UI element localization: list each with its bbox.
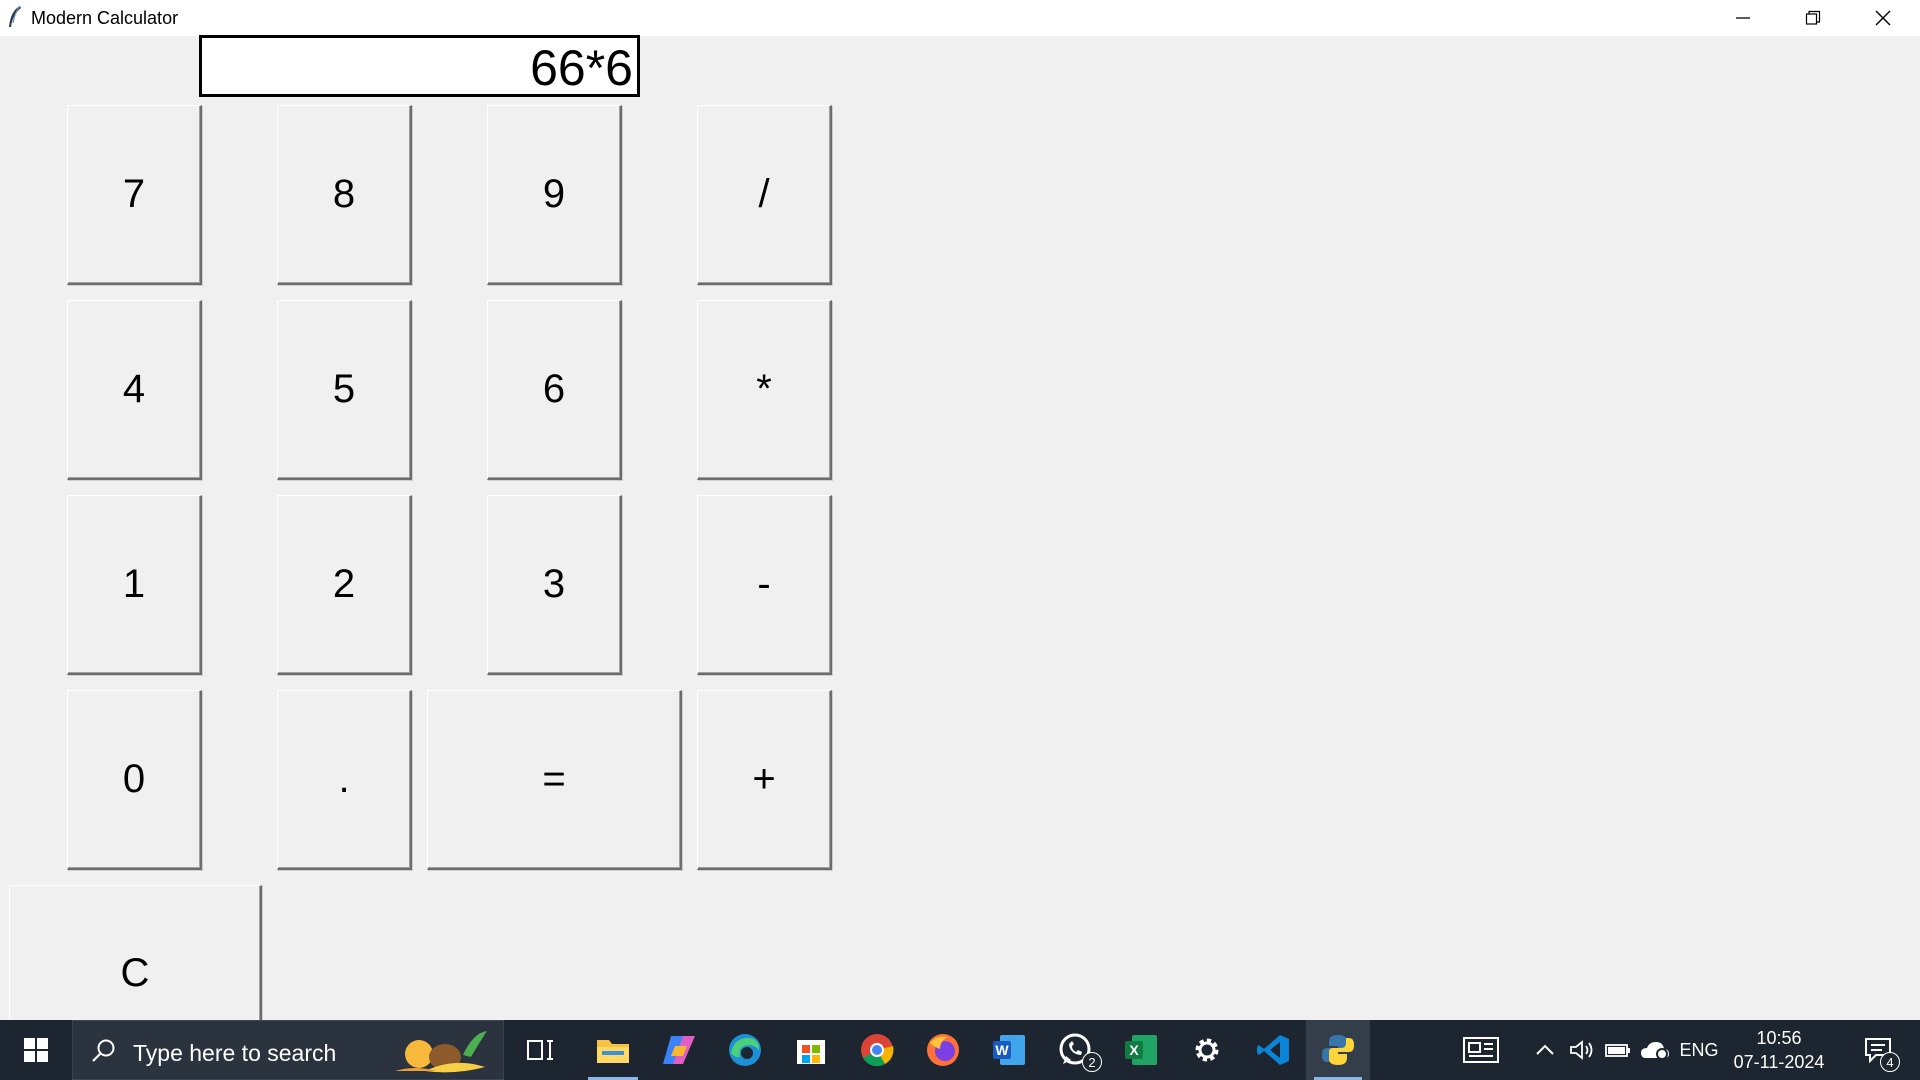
taskbar-copilot[interactable] (646, 1020, 712, 1080)
display-entry[interactable]: 66*6 (199, 35, 640, 97)
calculator-screen: Modern Calculator 66*6 7 8 9 / 4 5 6 * 1… (0, 0, 1920, 1080)
start-button[interactable] (0, 1020, 72, 1080)
edge-icon (729, 1034, 761, 1066)
network-cloud-icon (1641, 1042, 1669, 1060)
news-widget-button[interactable] (1448, 1020, 1514, 1080)
taskbar-excel[interactable]: X (1108, 1020, 1174, 1080)
divide-button[interactable]: / (697, 105, 832, 285)
window-title: Modern Calculator (31, 8, 179, 28)
taskbar-whatsapp[interactable]: 2 (1042, 1020, 1108, 1080)
search-highlight-fruits-icon (395, 1031, 487, 1073)
settings-icon (1195, 1038, 1219, 1062)
task-view-icon (527, 1040, 553, 1060)
clock-time: 10:56 (1756, 1028, 1802, 1048)
copilot-icon (663, 1036, 695, 1064)
clock-date: 07-11-2024 (1733, 1052, 1825, 1072)
battery-icon (1605, 1044, 1630, 1057)
key-1-button[interactable]: 1 (67, 495, 202, 675)
taskbar-search-box[interactable]: Type here to search (72, 1020, 504, 1080)
clear-button[interactable]: C (9, 885, 262, 1035)
speaker-icon (1570, 1040, 1593, 1060)
vscode-icon (1257, 1035, 1289, 1065)
taskbar-chrome[interactable] (844, 1020, 910, 1080)
decimal-point-button[interactable]: . (277, 690, 412, 870)
restore-icon (1805, 10, 1821, 25)
restore-button[interactable] (1778, 0, 1848, 36)
chevron-up-icon (1536, 1044, 1554, 1055)
show-hidden-icons-button[interactable] (1530, 1020, 1560, 1080)
equals-button[interactable]: = (427, 690, 682, 870)
key-8-button[interactable]: 8 (277, 105, 412, 285)
minimize-icon (1736, 17, 1750, 19)
battery-button[interactable] (1602, 1020, 1634, 1080)
windows-start-icon (24, 1038, 48, 1062)
add-button[interactable]: + (697, 690, 832, 870)
minimize-button[interactable] (1708, 0, 1778, 36)
key-7-button[interactable]: 7 (67, 105, 202, 285)
key-3-button[interactable]: 3 (487, 495, 622, 675)
python-icon (1322, 1035, 1354, 1065)
search-icon (92, 1039, 115, 1062)
taskbar-file-explorer[interactable] (580, 1020, 646, 1080)
taskbar-settings[interactable] (1174, 1020, 1240, 1080)
key-2-button[interactable]: 2 (277, 495, 412, 675)
file-explorer-icon (597, 1040, 629, 1063)
firefox-icon (927, 1034, 959, 1066)
taskbar-firefox[interactable] (910, 1020, 976, 1080)
taskbar-edge[interactable] (712, 1020, 778, 1080)
key-6-button[interactable]: 6 (487, 300, 622, 480)
display-expression: 66*6 (530, 40, 633, 96)
taskbar-python[interactable] (1306, 1020, 1370, 1080)
svg-text:X: X (1129, 1042, 1139, 1058)
notification-count-badge: 4 (1880, 1052, 1900, 1072)
key-9-button[interactable]: 9 (487, 105, 622, 285)
language-label: ENG (1679, 1039, 1719, 1060)
excel-icon: X (1125, 1035, 1157, 1065)
multiply-button[interactable]: * (697, 300, 832, 480)
key-5-button[interactable]: 5 (277, 300, 412, 480)
task-view-button[interactable] (512, 1020, 568, 1080)
notifications-button[interactable]: 4 (1848, 1020, 1908, 1080)
microsoft-store-icon (797, 1040, 825, 1064)
taskbar: Type here to search W 2 X ENG 10:56 07-1… (0, 1020, 1920, 1080)
clock-button[interactable]: 10:56 07-11-2024 (1724, 1020, 1834, 1080)
taskbar-word[interactable]: W (976, 1020, 1042, 1080)
search-placeholder: Type here to search (133, 1040, 337, 1066)
close-button[interactable] (1848, 0, 1918, 36)
close-icon (1875, 10, 1891, 26)
news-icon (1463, 1037, 1499, 1063)
chrome-icon (861, 1034, 894, 1067)
key-4-button[interactable]: 4 (67, 300, 202, 480)
volume-button[interactable] (1566, 1020, 1598, 1080)
input-language-button[interactable]: ENG (1676, 1020, 1722, 1080)
subtract-button[interactable]: - (697, 495, 832, 675)
network-button[interactable] (1638, 1020, 1672, 1080)
title-bar: Modern Calculator (0, 0, 1920, 36)
svg-text:W: W (995, 1042, 1009, 1058)
key-0-button[interactable]: 0 (67, 690, 202, 870)
taskbar-vscode[interactable] (1240, 1020, 1306, 1080)
whatsapp-unread-badge: 2 (1082, 1052, 1102, 1072)
word-icon: W (993, 1035, 1025, 1065)
feather-icon (9, 5, 21, 27)
taskbar-microsoft-store[interactable] (778, 1020, 844, 1080)
